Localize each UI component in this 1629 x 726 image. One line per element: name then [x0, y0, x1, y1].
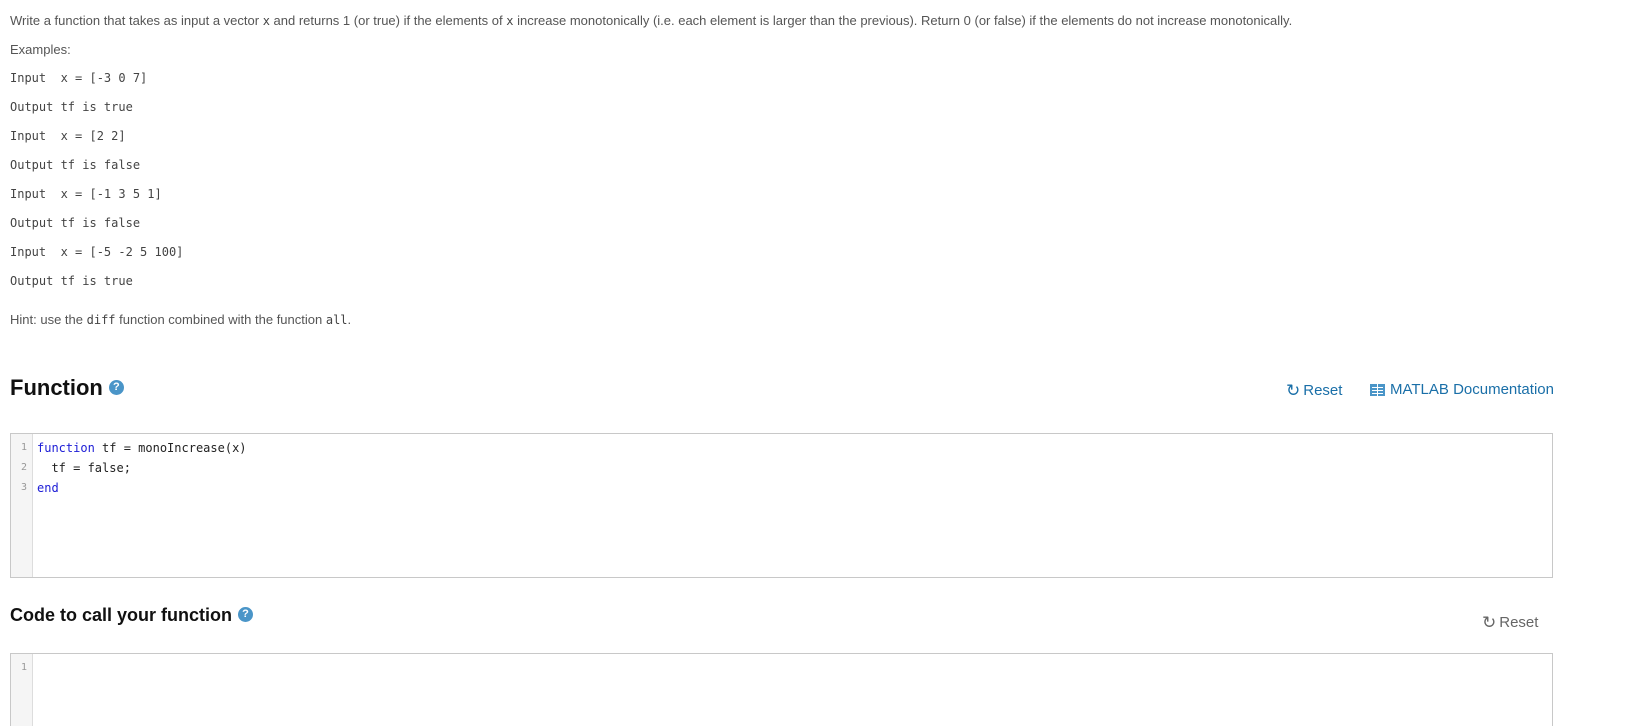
- line-number: 1: [20, 442, 27, 453]
- call-code-editor[interactable]: 1: [10, 653, 1553, 726]
- line-number: 1: [20, 662, 27, 673]
- code-area[interactable]: [33, 654, 1552, 726]
- hint-text: Hint: use the diff function combined wit…: [10, 312, 352, 327]
- line-number: 2: [20, 462, 27, 473]
- call-reset-button[interactable]: ↻ Reset: [1482, 614, 1538, 631]
- problem-description: Write a function that takes as input a v…: [10, 13, 1293, 28]
- refresh-icon: ↻: [1286, 381, 1301, 400]
- example-line: Output tf is false: [10, 158, 141, 172]
- refresh-icon: ↻: [1482, 613, 1497, 632]
- code-line[interactable]: function tf = monoIncrease(x): [37, 440, 1552, 460]
- help-icon[interactable]: ?: [238, 606, 254, 622]
- line-number: 3: [20, 482, 27, 493]
- code-area[interactable]: function tf = monoIncrease(x) tf = false…: [33, 434, 1552, 577]
- example-line: Output tf is false: [10, 216, 141, 230]
- example-line: Input x = [2 2]: [10, 129, 126, 143]
- examples-label: Examples:: [10, 42, 71, 57]
- help-icon[interactable]: ?: [108, 379, 124, 395]
- line-number-gutter: 1: [11, 654, 33, 726]
- line-number-gutter: 1 2 3: [11, 434, 33, 577]
- example-line: Input x = [-1 3 5 1]: [10, 187, 162, 201]
- example-line: Input x = [-5 -2 5 100]: [10, 245, 184, 259]
- book-icon: [1370, 383, 1385, 396]
- matlab-documentation-link[interactable]: MATLAB Documentation: [1370, 381, 1554, 398]
- function-section-title: Function?: [10, 375, 124, 401]
- code-line[interactable]: tf = false;: [37, 460, 1552, 480]
- example-line: Input x = [-3 0 7]: [10, 71, 148, 85]
- code-line[interactable]: end: [37, 480, 1552, 500]
- example-line: Output tf is true: [10, 274, 133, 288]
- function-code-editor[interactable]: 1 2 3 function tf = monoIncrease(x) tf =…: [10, 433, 1553, 578]
- function-reset-button[interactable]: ↻ Reset: [1286, 382, 1342, 399]
- call-section-title: Code to call your function?: [10, 605, 254, 626]
- example-line: Output tf is true: [10, 100, 133, 114]
